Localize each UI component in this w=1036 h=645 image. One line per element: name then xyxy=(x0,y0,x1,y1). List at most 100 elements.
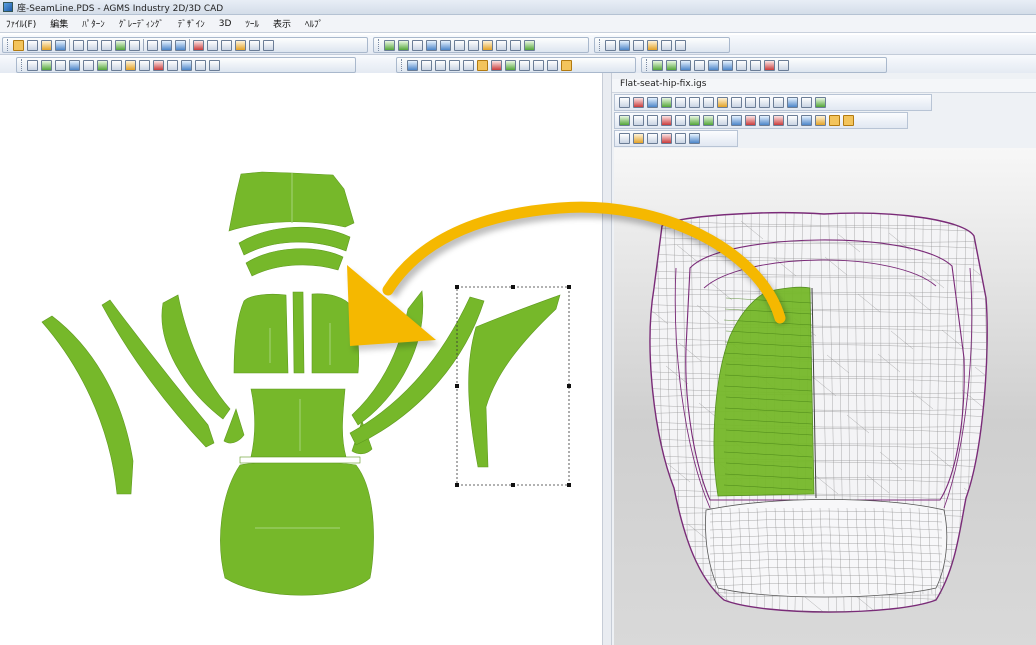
marker-icon[interactable] xyxy=(661,133,672,144)
menu-grading[interactable]: ｸﾞﾚｰﾃﾞｨﾝｸﾞ xyxy=(119,17,164,30)
surface-icon[interactable] xyxy=(703,115,714,126)
toolbar-grip[interactable] xyxy=(401,59,404,71)
help-icon[interactable] xyxy=(249,39,260,51)
magnet-icon[interactable] xyxy=(764,59,775,71)
copy-icon[interactable] xyxy=(207,39,218,51)
toolbar-grip[interactable] xyxy=(21,59,24,71)
notch-tool-icon[interactable] xyxy=(440,39,451,51)
color-icon[interactable] xyxy=(745,115,756,126)
view-marker-icon[interactable] xyxy=(491,59,502,71)
move-tool-icon[interactable] xyxy=(482,39,493,51)
undo-icon[interactable] xyxy=(161,39,172,51)
text-tool-icon[interactable] xyxy=(661,39,672,51)
rotate-tool-icon[interactable] xyxy=(468,39,479,51)
bucket-icon[interactable] xyxy=(633,133,644,144)
dimension-icon[interactable] xyxy=(605,39,616,51)
corner-icon[interactable] xyxy=(125,59,136,71)
viewer-3d-viewport[interactable] xyxy=(614,148,1036,645)
menu-tools[interactable]: ﾂｰﾙ xyxy=(245,17,259,30)
pattern-piece-center-mid[interactable] xyxy=(292,291,305,374)
section-icon[interactable] xyxy=(773,97,784,108)
import-icon[interactable] xyxy=(115,39,126,51)
paste-icon[interactable] xyxy=(221,39,232,51)
pattern-piece-bottom-seat[interactable] xyxy=(220,461,374,596)
join-tool-icon[interactable] xyxy=(510,39,521,51)
wave-icon[interactable] xyxy=(778,59,789,71)
view-list-icon[interactable] xyxy=(435,59,446,71)
pane-splitter[interactable] xyxy=(602,73,612,645)
open-folder-icon[interactable] xyxy=(41,39,52,51)
pattern-piece-left-dart[interactable] xyxy=(223,408,245,444)
view-chart-icon[interactable] xyxy=(519,59,530,71)
print-preview-icon[interactable] xyxy=(87,39,98,51)
dart-icon[interactable] xyxy=(153,59,164,71)
refresh-icon[interactable] xyxy=(97,59,108,71)
pattern-piece-top-band-2[interactable] xyxy=(245,248,344,277)
scissor-icon[interactable] xyxy=(750,59,761,71)
view-table-icon[interactable] xyxy=(449,59,460,71)
grading-point-icon[interactable] xyxy=(139,59,150,71)
view-report-icon[interactable] xyxy=(533,59,544,71)
coordinate-icon[interactable] xyxy=(731,97,742,108)
grid-3d-icon[interactable] xyxy=(647,115,658,126)
circle-tool-icon[interactable] xyxy=(524,39,535,51)
layer-icon[interactable] xyxy=(717,115,728,126)
angle-icon[interactable] xyxy=(736,59,747,71)
toolbar-grip[interactable] xyxy=(378,39,381,51)
camera-icon[interactable] xyxy=(619,97,630,108)
pattern-piece-center-left[interactable] xyxy=(233,293,289,374)
viewer-3d-document-tab[interactable]: Flat-seat-hip-fix.igs xyxy=(612,79,1036,93)
cylinder-icon[interactable] xyxy=(675,97,686,108)
cut-icon[interactable] xyxy=(193,39,204,51)
toggle-b-icon[interactable] xyxy=(843,115,854,126)
highlight-icon[interactable] xyxy=(773,115,784,126)
shorten-icon[interactable] xyxy=(666,59,677,71)
view-size-icon[interactable] xyxy=(505,59,516,71)
pattern-piece-center-right[interactable] xyxy=(311,293,360,374)
split-icon[interactable] xyxy=(69,59,80,71)
material-icon[interactable] xyxy=(745,97,756,108)
new-file-icon[interactable] xyxy=(27,39,38,51)
zoom-icon[interactable] xyxy=(147,39,158,51)
text-3d-icon[interactable] xyxy=(759,97,770,108)
print-icon[interactable] xyxy=(73,39,84,51)
save-icon[interactable] xyxy=(55,39,66,51)
pattern-piece-mid-body[interactable] xyxy=(250,388,347,458)
select-arrow-icon[interactable] xyxy=(13,39,24,51)
texture-icon[interactable] xyxy=(759,115,770,126)
pleat-icon[interactable] xyxy=(167,59,178,71)
menu-view[interactable]: 表示 xyxy=(273,17,291,30)
export-icon[interactable] xyxy=(101,39,112,51)
menu-file[interactable]: ﾌｧｲﾙ(F) xyxy=(6,17,36,30)
solid-icon[interactable] xyxy=(801,115,812,126)
measure-3d-icon[interactable] xyxy=(675,133,686,144)
slash-spread-icon[interactable] xyxy=(181,59,192,71)
pattern-piece-right-panel-selected[interactable] xyxy=(468,294,561,468)
shape-tool-icon[interactable] xyxy=(675,39,686,51)
view-tile-icon[interactable] xyxy=(421,59,432,71)
view-page-icon[interactable] xyxy=(547,59,558,71)
view-active-icon[interactable] xyxy=(561,59,572,71)
context-help-icon[interactable] xyxy=(263,39,274,51)
label-icon[interactable] xyxy=(209,59,220,71)
properties-icon[interactable] xyxy=(235,39,246,51)
render-icon[interactable] xyxy=(647,97,658,108)
stamp-icon[interactable] xyxy=(647,39,658,51)
axis-icon[interactable] xyxy=(703,97,714,108)
export-3d-icon[interactable] xyxy=(801,97,812,108)
reshape-icon[interactable] xyxy=(680,59,691,71)
smooth-icon[interactable] xyxy=(694,59,705,71)
seam-allowance-icon[interactable] xyxy=(111,59,122,71)
curve-tool-icon[interactable] xyxy=(398,39,409,51)
toolbar-grip[interactable] xyxy=(599,39,602,51)
view-piece-icon[interactable] xyxy=(477,59,488,71)
globe-icon[interactable] xyxy=(815,97,826,108)
add-point-icon[interactable] xyxy=(55,59,66,71)
mirror-tool-icon[interactable] xyxy=(454,39,465,51)
view-sheet-icon[interactable] xyxy=(463,59,474,71)
light-icon[interactable] xyxy=(717,97,728,108)
toolbar-grip[interactable] xyxy=(646,59,649,71)
view-grid-icon[interactable] xyxy=(407,59,418,71)
point-tool-icon[interactable] xyxy=(412,39,423,51)
line-tool-icon[interactable] xyxy=(384,39,395,51)
